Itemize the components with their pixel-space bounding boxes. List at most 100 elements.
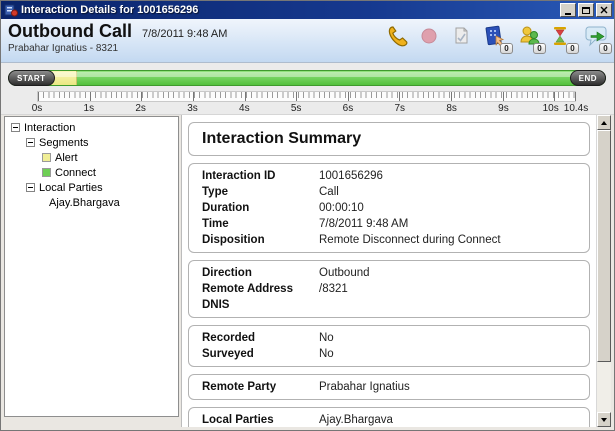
tree-item-segments[interactable]: Segments [5,135,178,150]
collapse-icon[interactable] [26,138,35,147]
collapse-icon[interactable] [11,123,20,132]
field-label: Remote Party [202,379,319,395]
tree-item-ajay-bhargava[interactable]: Ajay.Bhargava [5,195,178,210]
close-button[interactable] [596,3,612,17]
scroll-down-button[interactable] [597,412,611,427]
ruler-tick [90,92,91,101]
call-header-text: Outbound Call 7/8/2011 9:48 AM Prabahar … [8,21,227,54]
ruler-labels: 0s 1s 2s 3s 4s 5s 6s 7s 8s 9s 10s 10.4s [37,103,576,115]
arrow-down-icon [601,418,607,422]
ruler-tick [141,92,142,101]
tick-label: 5s [291,103,302,114]
title-bar[interactable]: Interaction Details for 1001656296 [1,1,614,19]
minimize-button[interactable] [560,3,576,17]
summary-row: Interaction ID 1001656296 [189,168,589,184]
collapse-icon[interactable] [26,183,35,192]
tree-item-label: Local Parties [39,182,103,194]
vertical-scrollbar[interactable] [596,115,611,427]
participants-count-badge: 0 [533,43,546,54]
field-value: /8321 [319,281,348,297]
tree-item-label: Interaction [24,122,75,134]
summary-row: Surveyed No [189,346,589,362]
review-button[interactable] [451,23,477,55]
tick-label: 8s [446,103,457,114]
ruler-tick [348,92,349,101]
connect-segment-swatch-icon [42,168,51,177]
timeline-start-handle[interactable]: START [8,70,55,86]
tree-item-connect[interactable]: Connect [5,165,178,180]
tree-item-label: Ajay.Bhargava [49,197,120,209]
tick-label: 0s [32,103,43,114]
tree-item-local-parties[interactable]: Local Parties [5,180,178,195]
minimize-icon [565,13,571,15]
maximize-button[interactable] [578,3,594,17]
field-label: Duration [202,200,319,216]
field-value: No [319,330,334,346]
hold-events-button[interactable]: 0 [550,23,576,55]
field-label: Local Parties [202,412,319,427]
field-value: Prabahar Ignatius [319,379,410,395]
field-label: Interaction ID [202,168,319,184]
summary-row: Duration 00:00:10 [189,200,589,216]
tick-label: 1s [84,103,95,114]
field-label: Type [202,184,319,200]
field-label: Disposition [202,232,319,248]
field-label: DNIS [202,297,319,313]
field-value: Outbound [319,265,370,281]
summary-title-box: Interaction Summary [188,122,590,156]
summary-row: Disposition Remote Disconnect during Con… [189,232,589,248]
summary-section-remote-party: Remote Party Prabahar Ignatius [188,374,590,400]
ruler-tick [575,92,576,101]
tree-item-label: Segments [39,137,89,149]
tick-label: 4s [239,103,250,114]
call-datetime: 7/8/2011 9:48 AM [142,28,227,40]
summary-row: Time 7/8/2011 9:48 AM [189,216,589,232]
ruler-tick [503,92,504,101]
summary-row: Local Parties Ajay.Bhargava [189,412,589,427]
scroll-up-button[interactable] [597,115,611,130]
field-label: Direction [202,265,319,281]
ruler-tick [399,92,400,101]
field-label: Time [202,216,319,232]
record-button[interactable] [418,23,444,55]
summary-row: Type Call [189,184,589,200]
tick-label: 10s [543,103,559,114]
phone-call-button[interactable] [385,23,411,55]
field-label: Recorded [202,330,319,346]
interaction-tree: Interaction Segments Alert Connect Local… [4,116,179,417]
timeline-ruler [37,91,576,102]
scrollbar-thumb[interactable] [597,130,611,362]
timeline-end-handle[interactable]: END [570,70,606,86]
window-title: Interaction Details for 1001656296 [21,4,558,16]
responses-button[interactable]: 0 [583,23,609,55]
summary-row: Direction Outbound [189,265,589,281]
tick-label: 6s [343,103,354,114]
close-icon [600,6,608,14]
ruler-tick [451,92,452,101]
timeline-area: START END 0s 1s 2s 3s 4s 5s 6s 7s 8 [1,63,614,115]
tree-item-alert[interactable]: Alert [5,150,178,165]
summary-section-general: Interaction ID 1001656296 Type Call Dura… [188,163,590,253]
field-value: Call [319,184,339,200]
field-value: 00:00:10 [319,200,364,216]
summary-section-recording: Recorded No Surveyed No [188,325,590,367]
attributes-button[interactable]: 0 [484,23,510,55]
field-value: No [319,346,334,362]
summary-row: Remote Address /8321 [189,281,589,297]
summary-section-direction: Direction Outbound Remote Address /8321 … [188,260,590,318]
arrow-up-icon [601,121,607,125]
tree-item-interaction[interactable]: Interaction [5,120,178,135]
field-value: 7/8/2011 9:48 AM [319,216,408,232]
participants-button[interactable]: 0 [517,23,543,55]
tree-item-label: Alert [55,152,78,164]
field-label: Surveyed [202,346,319,362]
app-icon [4,3,18,17]
record-icon [418,23,440,51]
timeline-bar[interactable] [8,70,606,86]
summary-row: DNIS [189,297,589,313]
responses-count-badge: 0 [599,43,612,54]
call-toolbar: 0 0 0 [385,23,609,55]
summary-row: Recorded No [189,330,589,346]
field-value: Remote Disconnect during Connect [319,232,501,248]
field-label: Remote Address [202,281,319,297]
